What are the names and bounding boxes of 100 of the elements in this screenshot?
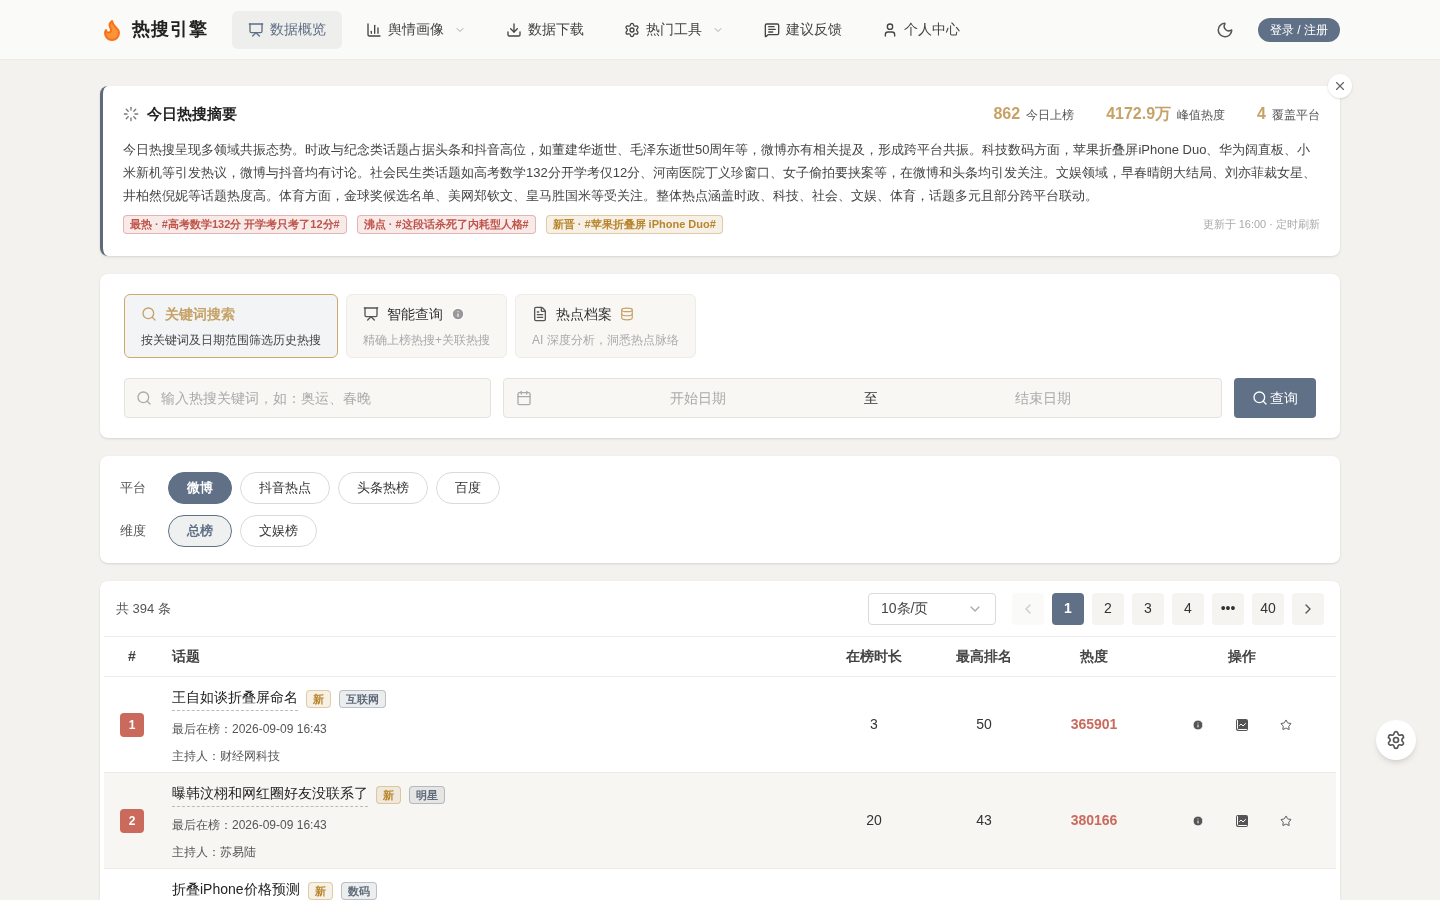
search-mode-tab[interactable]: 热点档案 AI 深度分析，洞悉热点脉络 [515,294,696,358]
filter-chip[interactable]: 头条热榜 [338,472,428,504]
topic-tag: 数码 [340,882,377,900]
mode-title: 智能查询 [387,304,443,324]
close-button[interactable] [1328,74,1352,98]
topic-tag: 新 [307,882,333,900]
mode-title: 关键词搜索 [165,304,235,324]
end-date-input[interactable]: 结束日期 [877,387,1209,409]
query-button[interactable]: 查询 [1234,378,1316,418]
page-button[interactable]: 4 [1172,592,1204,625]
filter-chip[interactable]: 微博 [168,472,232,504]
filter-chip[interactable]: 抖音热点 [240,472,330,504]
filter-label: 平台 [120,479,147,498]
topic-tag: 新 [376,786,401,804]
topic-link[interactable]: 折叠iPhone价格预测 [172,879,300,900]
page-button[interactable]: 40 [1252,592,1284,625]
info-icon[interactable] [1191,814,1204,827]
range-separator: 至 [863,388,878,408]
host-name: 主持人：财经网科技 [172,748,281,765]
chart-icon[interactable] [1235,718,1248,731]
moon-icon[interactable] [1216,20,1234,39]
keyword-field[interactable]: 输入热搜关键词，如：奥运、春晚 [124,378,491,418]
bar-chart-icon [365,21,382,38]
nav-item[interactable]: 数据下载 [489,10,600,49]
page-button[interactable]: 1 [1052,592,1084,625]
update-time: 更新于 16:00 · 定时刷新 [1202,217,1320,233]
total-count: 共 394 条 [116,599,171,618]
stat-label: 峰值热度 [1177,107,1226,124]
rank-badge: 1 [120,712,144,737]
nav-item[interactable]: 热门工具 [607,10,740,49]
stat-label: 覆盖平台 [1272,107,1320,124]
search-icon [136,390,152,406]
table-row[interactable]: 2 曝韩汶栩和网红圈好友没联系了 新 明星 最后在榜：2026-09-09 16:43 主持人：苏易陆 20 43 380166 [104,773,1336,869]
stat-label: 今日上榜 [1026,107,1075,124]
page-button[interactable]: 2 [1092,592,1124,625]
spinner-icon [123,106,139,122]
topic-link[interactable]: 王自如谈折叠屏命名 [172,687,298,711]
coins-icon [620,307,634,321]
message-icon [763,21,780,38]
column-header: # [128,647,136,666]
hot-tag[interactable]: 最热 · #高考数学132分 开学考只考了12分# [123,215,347,234]
star-icon[interactable] [1279,814,1292,827]
chart-icon[interactable] [1235,814,1248,827]
column-header: 操作 [1227,647,1256,666]
download-icon [505,21,522,38]
column-header: 在榜时长 [846,647,902,666]
last-seen-time: 最后在榜：2026-09-09 16:43 [172,721,328,738]
stat-value: 862 [993,104,1021,124]
host-name: 主持人：苏易陆 [172,844,257,861]
filter-chip[interactable]: 文娱榜 [240,515,317,547]
filter-chip[interactable]: 百度 [436,472,500,504]
brand-name: 热搜引擎 [132,18,208,41]
presentation-icon [247,21,264,38]
mode-subtitle: AI 深度分析，洞悉热点脉络 [532,331,679,349]
duration-cell-text: 20 [866,811,882,830]
close-icon [1333,79,1347,93]
best-rank-cell-text: 43 [976,811,992,830]
page-size-select[interactable]: 10条/页 [868,592,996,625]
nav-item[interactable]: 个人中心 [865,10,976,49]
mode-subtitle: 精确上榜热搜+关联热搜 [363,331,490,349]
rank-badge: 2 [120,808,144,833]
login-button[interactable]: 登录 / 注册 [1258,17,1340,42]
gear-icon [623,21,640,38]
search-mode-tab[interactable]: 智能查询 精确上榜热搜+关联热搜 [346,294,507,358]
nav-item[interactable]: 舆情画像 [349,10,482,49]
stat-value: 4 [1257,104,1266,124]
topic-tag: 互联网 [339,690,386,708]
presentation-icon [363,306,379,322]
filter-chip[interactable]: 总榜 [168,515,232,547]
nav-item[interactable]: 数据概览 [231,10,342,49]
summary-title: 今日热搜摘要 [147,103,237,124]
filter-label: 维度 [120,522,147,541]
info-icon [451,307,465,321]
hot-tag[interactable]: 沸点 · #这段话杀死了内耗型人格# [356,215,536,234]
heat-value: 380166 [1070,811,1118,830]
nav-item[interactable]: 建议反馈 [747,10,858,49]
search-icon [1252,390,1268,406]
start-date-input[interactable]: 开始日期 [532,387,864,409]
mode-title: 热点档案 [556,304,612,324]
column-header: 最高排名 [956,647,1012,666]
page-button[interactable]: 3 [1132,592,1164,625]
topic-tag: 新 [306,690,331,708]
date-range-field[interactable]: 开始日期 至 结束日期 [503,378,1222,418]
page-button[interactable]: ••• [1212,592,1244,625]
settings-button[interactable] [1376,720,1416,760]
summary-text: 今日热搜呈现多领域共振态势。时政与纪念类话题占据头条和抖音高位，如董建华逝世、毛泽东逝世50周年等，微博亦有相关提及，形成跨平台共振。科技数码方面，苹果折叠屏iPhone Duo、华为阔直板、小米新机等引发热议，微博与抖音均有讨论。社会民生类话题如高考数学132分开学考仅12分、河南医院丁义珍窗口、女子偷拍要挟案等，在微博和头条均引发关注。文娱领域，早春晴朗大结局、刘亦菲裁女星、井柏然倪妮等话题热度高。体育方面，金球奖候选名单、美网郑钦文、皇马胜国米等受关注。整体热点涵盖时政、科技、社会、文娱、体育，话题多元且部分跨平台联动。 [123,141,1318,205]
settings-icon [1386,730,1406,750]
mode-subtitle: 按关键词及日期范围筛选历史热搜 [141,331,321,349]
column-header: 话题 [171,647,201,666]
topic-tag: 明星 [409,786,445,804]
last-seen-time: 最后在榜：2026-09-09 16:43 [172,817,328,834]
topic-link[interactable]: 曝韩汶栩和网红圈好友没联系了 [172,783,368,807]
calendar-icon [516,390,532,406]
star-icon[interactable] [1279,718,1292,731]
info-icon[interactable] [1191,718,1204,731]
document-icon [532,306,548,322]
best-rank-cell-text: 50 [976,715,992,734]
search-mode-tab[interactable]: 关键词搜索 按关键词及日期范围筛选历史热搜 [124,294,338,358]
search-icon [141,306,157,322]
stat-value: 4172.9万 [1106,104,1172,124]
